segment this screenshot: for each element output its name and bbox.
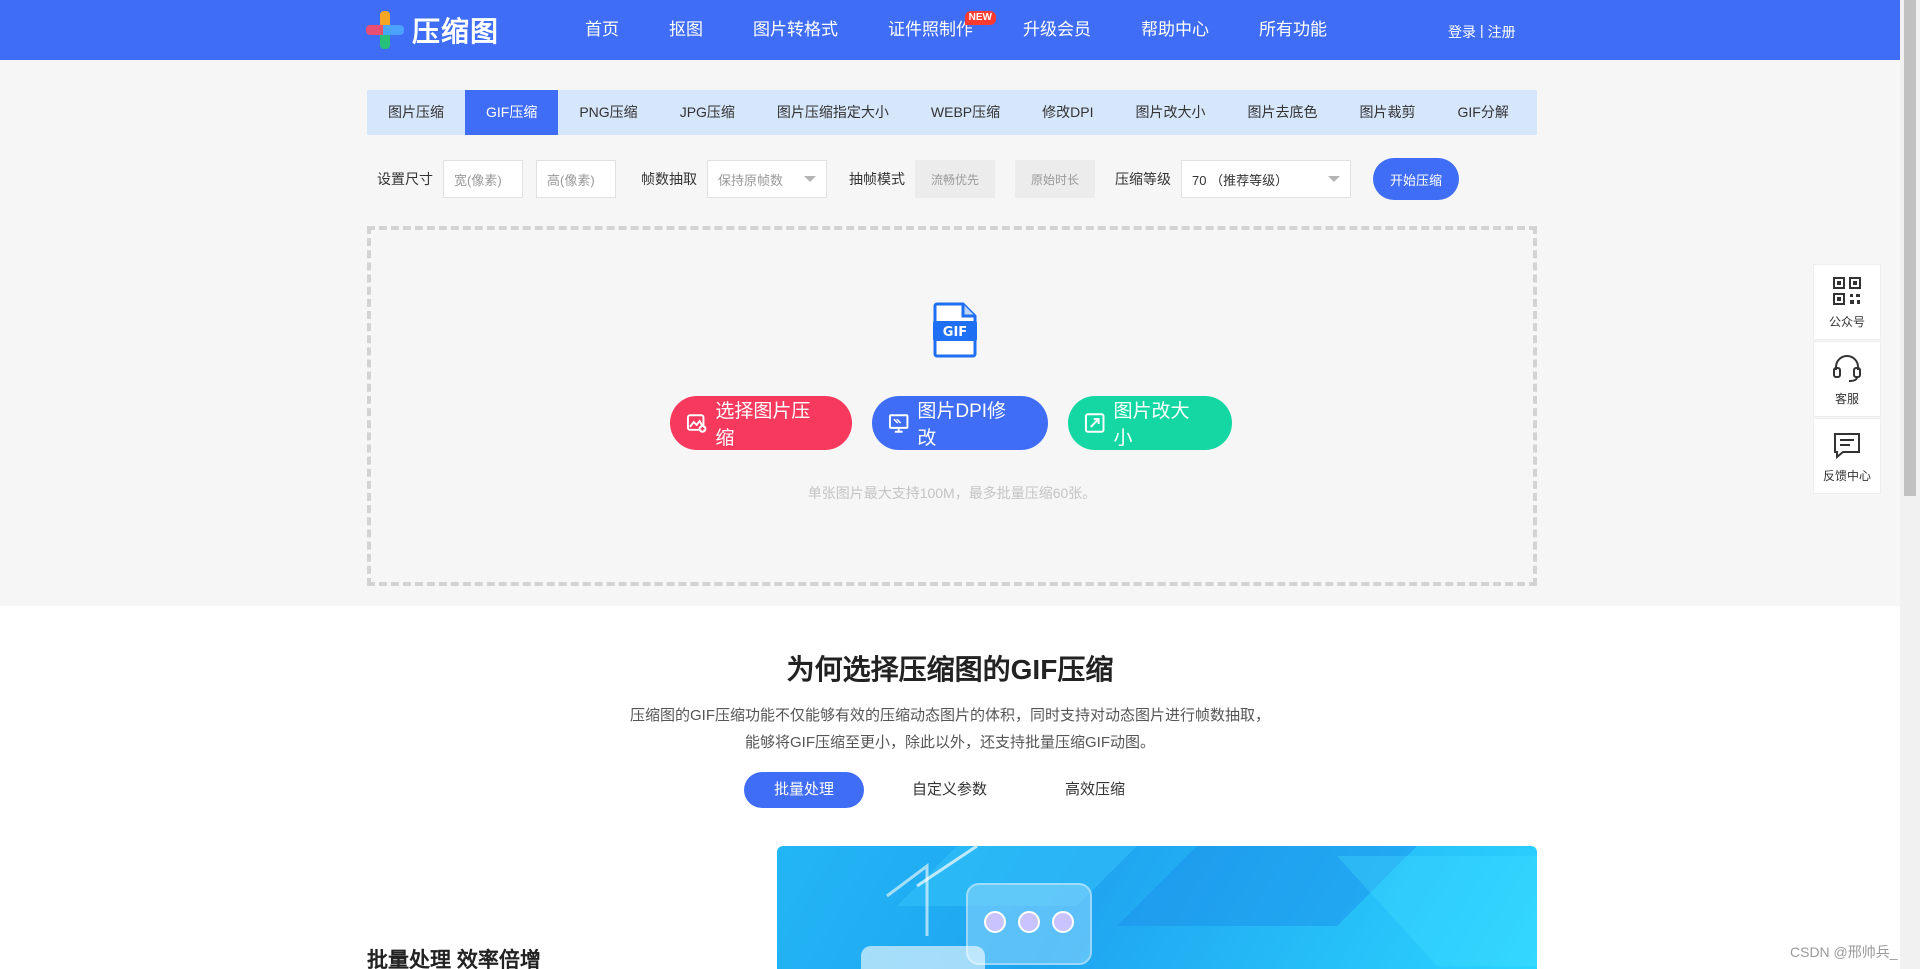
side-item-feedback[interactable]: 反馈中心	[1813, 418, 1881, 494]
tab-resize-image[interactable]: 图片改大小	[1115, 90, 1227, 135]
auth-separator: |	[1480, 22, 1484, 38]
nav-item-home[interactable]: 首页	[560, 0, 644, 60]
feature-tab-batch[interactable]: 批量处理	[744, 772, 865, 808]
start-compress-button[interactable]: 开始压缩	[1373, 158, 1459, 200]
new-badge: NEW	[964, 11, 996, 25]
qrcode-icon	[1833, 276, 1861, 305]
register-link[interactable]: 注册	[1488, 22, 1516, 42]
tool-tabs: 图片压缩 GIF压缩 PNG压缩 JPG压缩 图片压缩指定大小 WEBP压缩 修…	[367, 90, 1537, 135]
width-input[interactable]: 宽(像素)	[443, 160, 523, 198]
feedback-icon	[1834, 432, 1860, 459]
logo-text: 压缩图	[412, 16, 500, 47]
chevron-down-icon	[1328, 176, 1340, 182]
level-select[interactable]: 70 （推荐等级）	[1181, 160, 1351, 198]
headset-icon	[1833, 354, 1861, 382]
csdn-watermark: CSDN @邢帅兵_	[1790, 944, 1898, 960]
page-scrollbar[interactable]	[1900, 0, 1920, 969]
resize-image-button[interactable]: 图片改大小	[1068, 396, 1232, 450]
nav-item-help-center[interactable]: 帮助中心	[1116, 0, 1234, 60]
feature-title: 批量处理 效率倍增	[367, 949, 541, 969]
tab-image-compress[interactable]: 图片压缩	[367, 90, 465, 135]
gif-file-icon: GIF	[933, 302, 977, 358]
tab-crop-image[interactable]: 图片裁剪	[1339, 90, 1437, 135]
tab-jpg-compress[interactable]: JPG压缩	[659, 90, 756, 135]
tab-remove-background[interactable]: 图片去底色	[1227, 90, 1339, 135]
upload-dropzone[interactable]: GIF 选择图片压缩 图片DPI修改 图片改大小 单张图片最大支持100M，最多…	[367, 226, 1537, 586]
nav-item-all-features[interactable]: 所有功能	[1234, 0, 1352, 60]
scrollbar-thumb[interactable]	[1904, 0, 1916, 496]
settings-row: 设置尺寸 宽(像素) 高(像素) 帧数抽取 保持原帧数 抽帧模式 流畅优先 原始…	[377, 158, 1459, 200]
login-link[interactable]: 登录	[1448, 22, 1476, 42]
side-panel: 公众号 客服 反馈中心	[1813, 264, 1881, 495]
main-nav: 首页 抠图 图片转格式 证件照制作 NEW 升级会员 帮助中心 所有功能	[560, 0, 1352, 60]
height-input[interactable]: 高(像素)	[536, 160, 616, 198]
dpi-modify-button[interactable]: 图片DPI修改	[872, 396, 1048, 450]
select-image-button[interactable]: 选择图片压缩	[670, 396, 852, 450]
mode-original-button[interactable]: 原始时长	[1015, 160, 1095, 198]
feature-tabs: 批量处理 自定义参数 高效压缩	[744, 772, 1173, 808]
logo-mark	[366, 11, 404, 49]
monitor-icon	[888, 414, 909, 433]
nav-item-id-photo[interactable]: 证件照制作 NEW	[863, 0, 998, 60]
side-item-wechat-account[interactable]: 公众号	[1813, 264, 1881, 340]
nav-item-convert-format[interactable]: 图片转格式	[728, 0, 863, 60]
svg-text:GIF: GIF	[943, 325, 967, 340]
top-navbar: 压缩图 首页 抠图 图片转格式 证件照制作 NEW 升级会员 帮助中心 所有功能…	[0, 0, 1900, 60]
mode-smooth-button[interactable]: 流畅优先	[915, 160, 995, 198]
feature-tab-efficient[interactable]: 高效压缩	[1035, 772, 1155, 808]
tab-compress-to-size[interactable]: 图片压缩指定大小	[756, 90, 910, 135]
intro-title: 为何选择压缩图的GIF压缩	[786, 654, 1114, 685]
tab-modify-dpi[interactable]: 修改DPI	[1021, 90, 1114, 135]
tab-png-compress[interactable]: PNG压缩	[558, 90, 658, 135]
auth-links: 登录 | 注册	[1448, 22, 1516, 42]
level-label: 压缩等级	[1115, 171, 1171, 187]
tab-gif-compress[interactable]: GIF压缩	[465, 90, 559, 135]
feature-illustration	[777, 846, 1537, 969]
nav-item-upgrade-vip[interactable]: 升级会员	[998, 0, 1116, 60]
image-upload-icon	[686, 414, 707, 433]
size-label: 设置尺寸	[377, 171, 433, 187]
action-buttons: 选择图片压缩 图片DPI修改 图片改大小	[670, 396, 1252, 450]
intro-description: 压缩图的GIF压缩功能不仅能够有效的压缩动态图片的体积，同时支持对动态图片进行帧…	[629, 707, 1270, 751]
feature-tab-custom-params[interactable]: 自定义参数	[882, 772, 1017, 808]
tab-webp-compress[interactable]: WEBP压缩	[910, 90, 1021, 135]
chevron-down-icon	[804, 176, 816, 182]
frame-label: 帧数抽取	[641, 171, 697, 187]
mode-label: 抽帧模式	[849, 171, 905, 187]
side-item-customer-service[interactable]: 客服	[1813, 341, 1881, 417]
upload-hint: 单张图片最大支持100M，最多批量压缩60张。	[807, 485, 1097, 501]
nav-item-cutout[interactable]: 抠图	[644, 0, 728, 60]
resize-icon	[1084, 413, 1105, 433]
logo[interactable]: 压缩图	[366, 11, 500, 49]
frame-select[interactable]: 保持原帧数	[707, 160, 827, 198]
tab-gif-split[interactable]: GIF分解	[1437, 90, 1530, 135]
